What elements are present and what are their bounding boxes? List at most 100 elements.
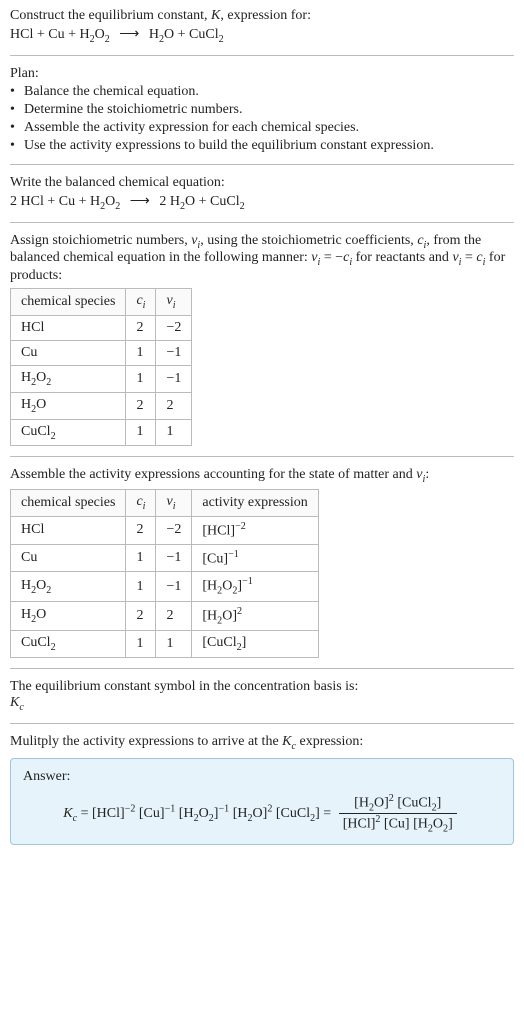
plan-bullet: •Assemble the activity expression for ea… [10,120,514,136]
act: [H [202,579,217,594]
table-row: H2O21−1 [11,365,192,392]
table-row: HCl2−2[HCl]−2 [11,516,319,544]
assign-text-d: for reactants and [352,250,452,265]
act: [H [202,608,217,623]
ans-t4b: O] [253,806,268,821]
kc-symbol-block: The equilibrium constant symbol in the c… [10,679,514,713]
cell-species: H2O2 [11,572,126,601]
act-mid: ] [242,635,247,650]
act-sup: 2 [237,606,242,617]
cell-ci: 1 [126,365,156,392]
cell-nui: 1 [156,419,192,446]
ans-t1: [HCl] [92,806,125,821]
multiply-text-b: expression: [296,734,363,749]
cell-species: H2O [11,601,126,630]
act: [HCl] [202,524,235,539]
b-lhs-a: 2 HCl + Cu + H [10,194,100,209]
answer-expression: Kc = [HCl]−2 [Cu]−1 [H2O2]−1 [H2O]2 [CuC… [23,793,501,835]
table-row: H2O21−1[H2O2]−1 [11,572,319,601]
assign-text-a: Assign stoichiometric numbers, [10,233,191,248]
cell-activity: [CuCl2] [192,631,318,658]
cell-nui: −1 [156,544,192,572]
th-ci-sub: i [143,501,146,512]
sp-b: O [36,607,46,622]
rhs-sub2: 2 [219,34,224,45]
divider [10,668,514,669]
plan-bullet: •Determine the stoichiometric numbers. [10,102,514,118]
cell-ci: 2 [126,516,156,544]
act-mid: O [222,579,232,594]
bullet-icon: • [10,84,24,100]
cell-nui: −2 [156,315,192,340]
table-row: CuCl211[CuCl2] [11,631,319,658]
cell-activity: [H2O]2 [192,601,318,630]
arrow-icon: ⟶ [124,194,156,209]
b-lhs-b: O [105,194,115,209]
table-row: H2O22 [11,392,192,419]
kc-c: c [19,702,23,713]
rel1-eq: = − [320,250,343,265]
cell-ci: 1 [126,340,156,365]
bullet-icon: • [10,120,24,136]
sp: H [21,370,31,385]
th-species: chemical species [11,490,126,517]
den-b: [Cu] [H [380,817,427,832]
kc-symbol-text: The equilibrium constant symbol in the c… [10,679,514,695]
cell-species: HCl [11,315,126,340]
assign-text-b: , using the stoichiometric coefficients, [200,233,417,248]
rhs-a: H [149,27,159,42]
act-sup: −2 [235,521,246,532]
th-species: chemical species [11,289,126,316]
sp: H [21,397,31,412]
cell-nui: −2 [156,516,192,544]
divider [10,164,514,165]
plan-bullet-text: Use the activity expressions to build th… [24,138,434,154]
cell-activity: [H2O2]−1 [192,572,318,601]
lhs-a: HCl + Cu + H [10,27,90,42]
cell-nui: −1 [156,572,192,601]
cell-nui: −1 [156,365,192,392]
plan-bullet: •Balance the chemical equation. [10,84,514,100]
ans-e2: −1 [165,803,176,814]
num-d: ] [437,795,442,810]
lhs-sub2: 2 [105,34,110,45]
table-header-row: chemical species ci νi activity expressi… [11,490,319,517]
fraction-denominator: [HCl]2 [Cu] [H2O2] [339,814,457,834]
num-b: O] [374,795,389,810]
sp: HCl [21,320,44,335]
th-nui: νi [156,289,192,316]
assemble-text-a: Assemble the activity expressions accoun… [10,467,416,482]
cell-species: H2O [11,392,126,419]
answer-fraction: [H2O]2 [CuCl2] [HCl]2 [Cu] [H2O2] [339,793,457,835]
divider [10,723,514,724]
table-header-row: chemical species ci νi [11,289,192,316]
rhs-b: O + CuCl [164,27,219,42]
balanced-equation: 2 HCl + Cu + H2O2 ⟶ 2 H2O + CuCl2 [10,193,514,212]
plan-bullet-text: Assemble the activity expression for eac… [24,120,359,136]
cell-ci: 2 [126,601,156,630]
cell-species: Cu [11,340,126,365]
cell-species: CuCl2 [11,419,126,446]
cell-species: Cu [11,544,126,572]
cell-ci: 1 [126,419,156,446]
cell-ci: 1 [126,631,156,658]
multiply-block: Mulitply the activity expressions to arr… [10,734,514,752]
divider [10,222,514,223]
plan-bullets: •Balance the chemical equation. •Determi… [10,84,514,154]
act: [CuCl [202,635,236,650]
plan-bullet: •Use the activity expressions to build t… [10,138,514,154]
divider [10,55,514,56]
sp: CuCl [21,635,51,650]
den-c: O [433,817,443,832]
cell-ci: 1 [126,572,156,601]
ans-e1: −2 [125,803,136,814]
sp-sub2: 2 [46,377,51,388]
multiply-K: K [282,734,291,749]
table-row: Cu1−1 [11,340,192,365]
cell-species: HCl [11,516,126,544]
ans-t5b: ] = [315,806,335,821]
intro-K: K [211,8,220,23]
intro-equation: HCl + Cu + H2O2 ⟶ H2O + CuCl2 [10,26,514,45]
ans-t3: [H [175,806,193,821]
page: Construct the equilibrium constant, K, e… [0,0,524,853]
